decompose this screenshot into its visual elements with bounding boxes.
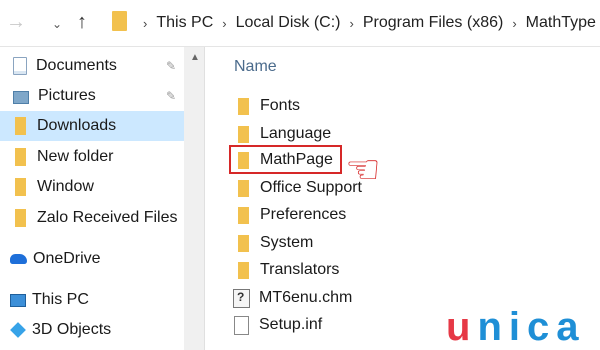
setup-info-file-icon bbox=[234, 315, 249, 335]
breadcrumb-separator-icon[interactable]: › bbox=[350, 16, 354, 31]
sidebar-item-label: Pictures bbox=[38, 87, 96, 104]
help-file-icon bbox=[233, 288, 250, 308]
breadcrumb: › This PC › Local Disk (C:) › Program Fi… bbox=[134, 11, 596, 35]
documents-icon bbox=[13, 57, 27, 75]
folder-icon bbox=[238, 97, 249, 115]
sidebar-item-this-pc[interactable]: This PC bbox=[0, 285, 184, 315]
file-list-item[interactable]: Translators bbox=[233, 257, 339, 283]
folder-icon bbox=[15, 178, 26, 196]
folder-icon bbox=[238, 261, 249, 279]
file-list-item[interactable]: Fonts bbox=[233, 93, 300, 119]
file-name: Setup.inf bbox=[259, 316, 323, 333]
sidebar-item-label: Downloads bbox=[37, 117, 117, 134]
logo-letter: n bbox=[477, 305, 502, 349]
sidebar-item-documents[interactable]: Documents bbox=[0, 51, 184, 81]
file-name: MT6enu.chm bbox=[259, 289, 353, 306]
unica-logo: u n i c a bbox=[446, 305, 586, 349]
sidebar-item-new-folder[interactable]: New folder bbox=[0, 142, 184, 172]
breadcrumb-separator-icon[interactable]: › bbox=[143, 16, 147, 31]
forward-arrow-icon[interactable]: → bbox=[6, 8, 26, 36]
sidebar-item-label: Zalo Received Files bbox=[37, 209, 178, 226]
folder-icon bbox=[238, 206, 249, 224]
file-list-item[interactable]: Setup.inf bbox=[233, 312, 322, 338]
pin-icon[interactable]: ✎ bbox=[166, 59, 176, 73]
file-name: System bbox=[260, 234, 314, 251]
scroll-up-arrow-icon[interactable]: ▲ bbox=[190, 52, 200, 63]
folder-icon bbox=[238, 234, 249, 252]
onedrive-icon bbox=[10, 254, 27, 264]
pointing-hand-icon: ☜ bbox=[345, 148, 381, 192]
file-list-item[interactable]: System bbox=[233, 230, 313, 256]
breadcrumb-program-files[interactable]: Program Files (x86) bbox=[363, 14, 503, 32]
folder-icon bbox=[238, 125, 249, 143]
sidebar-item-label: This PC bbox=[32, 291, 89, 308]
logo-letter: i bbox=[508, 305, 520, 349]
file-name: Fonts bbox=[260, 97, 301, 114]
sidebar-item-label: Window bbox=[37, 178, 94, 195]
navigation-pane: Documents ✎ Pictures ✎ Downloads New fol… bbox=[0, 47, 205, 350]
file-name: Preferences bbox=[260, 206, 347, 223]
sidebar-item-label: Documents bbox=[36, 57, 117, 74]
breadcrumb-separator-icon[interactable]: › bbox=[222, 16, 226, 31]
up-arrow-icon[interactable]: ↑ bbox=[77, 8, 87, 36]
sidebar-item-downloads[interactable]: Downloads bbox=[0, 111, 184, 141]
folder-icon bbox=[15, 117, 26, 135]
file-list-item[interactable]: Office Support bbox=[233, 175, 362, 201]
sidebar-item-window[interactable]: Window bbox=[0, 172, 184, 202]
logo-letter: u bbox=[446, 305, 471, 349]
3d-objects-icon bbox=[10, 322, 26, 338]
column-header-name[interactable]: Name bbox=[234, 58, 277, 76]
sidebar-item-label: OneDrive bbox=[33, 250, 101, 267]
file-list-item[interactable]: Language bbox=[233, 121, 331, 147]
folder-icon bbox=[15, 209, 26, 227]
navigation-scrollbar[interactable] bbox=[184, 47, 204, 350]
file-name: Language bbox=[260, 125, 332, 142]
pane-divider[interactable] bbox=[204, 47, 205, 350]
file-list-item[interactable]: Preferences bbox=[233, 202, 346, 228]
this-pc-icon bbox=[10, 293, 26, 307]
folder-icon bbox=[238, 179, 249, 197]
recent-locations-chevron-icon[interactable]: ⌄ bbox=[52, 10, 62, 38]
sidebar-item-pictures[interactable]: Pictures bbox=[0, 81, 184, 111]
breadcrumb-mathtype[interactable]: MathType bbox=[526, 14, 596, 32]
pin-icon[interactable]: ✎ bbox=[166, 89, 176, 103]
sidebar-item-3d-objects[interactable]: 3D Objects bbox=[0, 315, 184, 345]
breadcrumb-separator-icon[interactable]: › bbox=[512, 16, 516, 31]
sidebar-item-zalo-received-files[interactable]: Zalo Received Files bbox=[0, 203, 184, 233]
pictures-icon bbox=[13, 90, 29, 104]
breadcrumb-this-pc[interactable]: This PC bbox=[156, 14, 213, 32]
file-list-item[interactable]: MT6enu.chm bbox=[233, 285, 352, 311]
highlight-box bbox=[229, 145, 342, 174]
logo-letter: a bbox=[556, 305, 579, 349]
logo-letter: c bbox=[527, 305, 550, 349]
breadcrumb-local-disk[interactable]: Local Disk (C:) bbox=[236, 14, 341, 32]
address-bar: → ⌄ ↑ › This PC › Local Disk (C:) › Prog… bbox=[0, 0, 600, 47]
sidebar-item-onedrive[interactable]: OneDrive bbox=[0, 244, 184, 274]
sidebar-item-label: New folder bbox=[37, 148, 114, 165]
sidebar-item-label: 3D Objects bbox=[32, 321, 112, 338]
folder-icon bbox=[112, 11, 127, 31]
folder-icon bbox=[15, 148, 26, 166]
file-name: Translators bbox=[260, 261, 340, 278]
